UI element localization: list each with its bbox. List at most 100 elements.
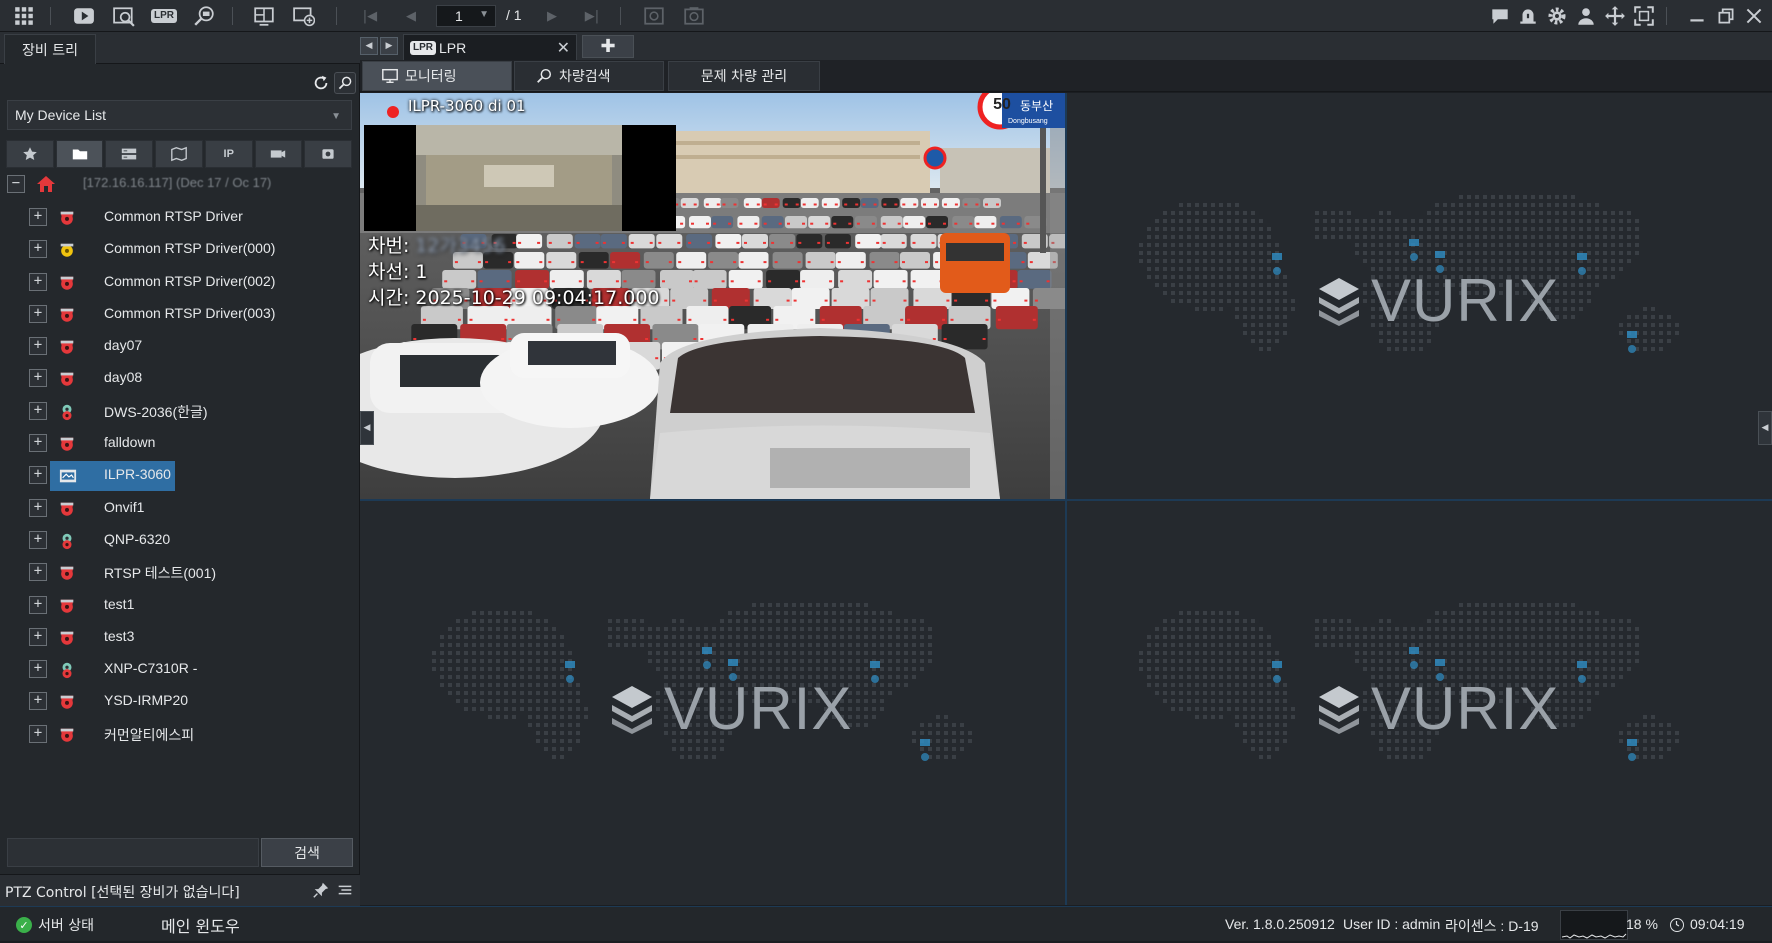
search-button[interactable]: 검색 [261, 838, 353, 867]
restore-icon[interactable] [1714, 4, 1738, 28]
device-tree-item[interactable]: + day07 [0, 331, 360, 363]
panel-menu-icon[interactable] [336, 881, 354, 903]
expand-icon[interactable]: + [29, 563, 47, 582]
device-tree-item[interactable]: + Common RTSP Driver [0, 202, 360, 234]
tab-scroll-right-icon[interactable]: ▶ [380, 37, 398, 55]
expand-icon[interactable]: + [29, 724, 47, 743]
device-tree-item[interactable]: + Onvif1 [0, 493, 360, 525]
expand-icon[interactable]: + [29, 595, 47, 614]
last-page-icon[interactable]: ▶| [580, 4, 604, 28]
pin-icon[interactable] [312, 881, 330, 903]
first-page-icon[interactable]: |◀ [358, 4, 382, 28]
device-label: QNP-6320 [104, 530, 171, 547]
expand-icon[interactable]: + [29, 466, 47, 485]
device-tree-item[interactable]: + QNP-6320 [0, 525, 360, 557]
tree-search-icon[interactable] [334, 72, 356, 94]
prev-page-icon[interactable]: ◀ [399, 4, 423, 28]
ip-filter-button[interactable]: IP [204, 140, 253, 168]
gear-icon[interactable] [1545, 4, 1569, 28]
camera-red-icon [58, 597, 76, 615]
device-tree-item[interactable]: + day08 [0, 363, 360, 395]
device-tree-item[interactable]: + DWS-2036(한글) [0, 396, 360, 428]
next-page-icon[interactable]: ▶ [540, 4, 564, 28]
page-number-input[interactable]: 1 ▼ [436, 5, 496, 27]
expand-icon[interactable]: + [29, 660, 47, 679]
playback-icon[interactable] [72, 4, 96, 28]
recorder-filter-button[interactable] [304, 140, 353, 168]
favorites-filter-button[interactable] [6, 140, 54, 168]
minimize-icon[interactable] [1685, 4, 1709, 28]
grid-menu-icon[interactable] [12, 4, 36, 28]
device-tree-item[interactable]: + test3 [0, 622, 360, 654]
device-tree-item[interactable]: + falldown [0, 428, 360, 460]
layout-icon[interactable] [252, 4, 276, 28]
subtab-vehicle-search[interactable]: 차량검색 [514, 61, 664, 91]
sequence-icon[interactable] [642, 4, 666, 28]
video-cell-4[interactable]: VURIX [1067, 501, 1772, 905]
device-list-select[interactable]: My Device List ▼ [7, 100, 352, 130]
fullscreen-icon[interactable] [1632, 4, 1656, 28]
camera-multi-icon [58, 661, 76, 679]
video-search-icon[interactable] [112, 4, 136, 28]
clock-time: 09:04:19 [1690, 916, 1745, 932]
lpr-button[interactable]: LPR [151, 4, 177, 28]
tab-scroll-left-icon[interactable]: ◀ [360, 37, 378, 55]
video-cell-2[interactable]: VURIX [1067, 93, 1772, 499]
expand-icon[interactable]: + [29, 434, 47, 453]
vurix-logo-icon [612, 686, 652, 734]
device-tree-item[interactable]: + ILPR-3060 [0, 460, 360, 492]
map-filter-button[interactable] [155, 140, 203, 168]
collapse-panel-left-icon[interactable]: ◀ [360, 411, 374, 445]
collapse-icon[interactable]: − [7, 175, 25, 193]
expand-icon[interactable]: + [29, 498, 47, 517]
expand-icon[interactable]: + [29, 208, 47, 226]
chevron-down-icon[interactable]: ▼ [479, 9, 489, 20]
subtab-monitoring[interactable]: 모니터링 [362, 61, 512, 91]
refresh-icon[interactable] [310, 72, 332, 94]
subtab-problem-vehicle[interactable]: 문제 차량 관리 [668, 61, 820, 91]
add-screen-icon[interactable] [292, 4, 316, 28]
chevron-down-icon[interactable]: ▼ [331, 111, 341, 122]
move-icon[interactable] [1603, 4, 1627, 28]
tree-search-input[interactable] [7, 838, 259, 867]
alarm-icon[interactable] [1516, 4, 1540, 28]
tab-device-tree[interactable]: 장비 트리 [4, 34, 96, 64]
expand-icon[interactable]: + [29, 627, 47, 646]
close-tab-icon[interactable]: ✕ [557, 38, 570, 58]
device-tree-item[interactable]: + RTSP 테스트(001) [0, 557, 360, 589]
toolbar-divider [336, 7, 337, 25]
chat-icon[interactable] [1488, 4, 1512, 28]
device-tree-item[interactable]: + test1 [0, 590, 360, 622]
video-cell-3[interactable]: VURIX [360, 501, 1065, 905]
expand-icon[interactable]: + [29, 692, 47, 711]
lpr-subtab-bar: 모니터링 차량검색 문제 차량 관리 [360, 60, 1772, 92]
device-tree-item[interactable]: + Common RTSP Driver(003) [0, 299, 360, 331]
close-icon[interactable] [1742, 4, 1766, 28]
device-tree-item[interactable]: + Common RTSP Driver(000) [0, 234, 360, 266]
camera-filter-button[interactable] [254, 140, 303, 168]
tree-root-node[interactable]: − [172.16.16.117] (Dec 17 / Oc 17) [0, 172, 360, 196]
folder-filter-button[interactable] [55, 140, 104, 168]
device-tree-item[interactable]: + XNP-C7310R - [0, 654, 360, 686]
add-tab-button[interactable]: ✚ [582, 35, 634, 58]
server-status[interactable]: ✓ 서버 상태 [16, 915, 94, 935]
expand-icon[interactable]: + [29, 530, 47, 549]
user-icon[interactable] [1574, 4, 1598, 28]
device-label: test1 [104, 595, 135, 612]
video-cell-1[interactable]: 50 동부산 Dongbusang ILPR-3060 di 01 차번: 12… [360, 93, 1065, 499]
expand-icon[interactable]: + [29, 401, 47, 420]
collapse-panel-right-icon[interactable]: ◀ [1758, 411, 1772, 445]
expand-icon[interactable]: + [29, 272, 47, 291]
lpr-button-label: LPR [151, 9, 177, 23]
expand-icon[interactable]: + [29, 369, 47, 388]
expand-icon[interactable]: + [29, 304, 47, 323]
lpr-search-icon[interactable] [192, 4, 216, 28]
server-filter-button[interactable] [105, 140, 154, 168]
device-tree-item[interactable]: + YSD-IRMP20 [0, 686, 360, 718]
expand-icon[interactable]: + [29, 240, 47, 259]
snapshot-icon[interactable] [682, 4, 706, 28]
device-tree-item[interactable]: + Common RTSP Driver(002) [0, 267, 360, 299]
device-tree-item[interactable]: + 커먼알티에스피 [0, 719, 360, 751]
expand-icon[interactable]: + [29, 337, 47, 356]
tab-lpr[interactable]: LPR LPR ✕ [403, 34, 577, 60]
